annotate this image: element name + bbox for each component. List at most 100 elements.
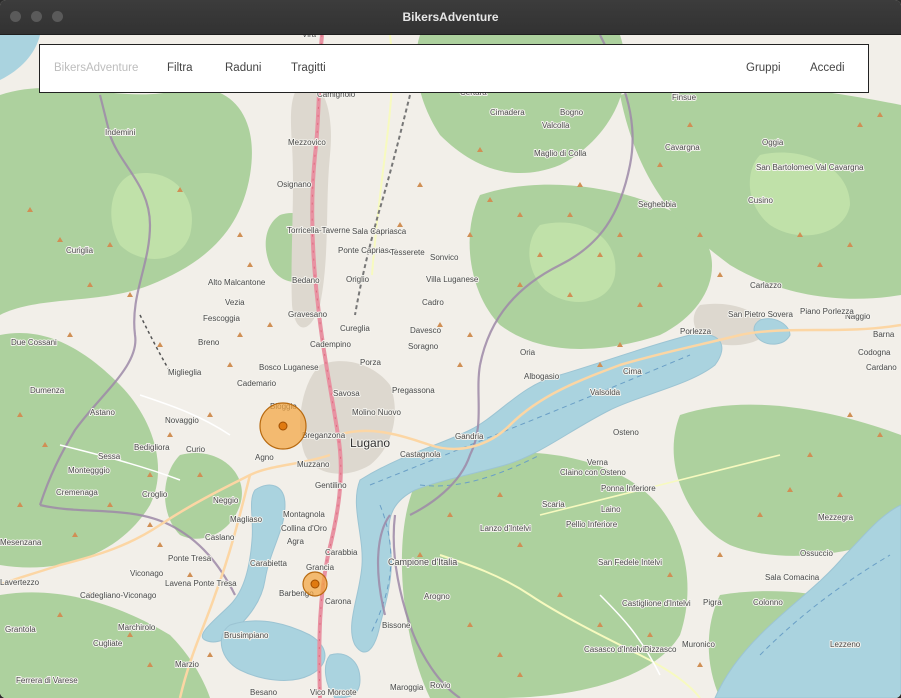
place-label: Ponna Inferiore <box>601 484 656 493</box>
place-label: Scaria <box>542 500 565 509</box>
place-label: Lugano <box>350 436 390 450</box>
place-label: Barna <box>873 330 895 339</box>
place-label: Gandria <box>455 432 484 441</box>
place-label: Cadempino <box>310 340 351 349</box>
place-label: Soragno <box>408 342 439 351</box>
place-label: Oggia <box>762 138 784 147</box>
place-label: Finsue <box>672 93 697 102</box>
place-label: Porza <box>360 358 381 367</box>
place-label: Mezzegra <box>818 513 854 522</box>
place-label: Pellio Inferiore <box>566 520 618 529</box>
place-label: Codogna <box>858 348 891 357</box>
place-label: Miglieglia <box>168 368 202 377</box>
place-label: Due Cossani <box>11 338 57 347</box>
place-label: Muzzano <box>297 460 330 469</box>
place-label: Bogno <box>560 108 584 117</box>
place-label: Colonno <box>753 598 783 607</box>
place-label: Fescoggia <box>203 314 240 323</box>
place-label: Mesenzana <box>0 538 42 547</box>
place-label: Cureglia <box>340 324 370 333</box>
place-label: Brusimpiano <box>224 631 269 640</box>
place-label: Grantola <box>5 625 36 634</box>
place-label: Ossuccio <box>800 549 833 558</box>
place-label: Grancia <box>306 563 335 572</box>
place-label: Cardano <box>866 363 897 372</box>
place-label: Bedigliora <box>134 443 170 452</box>
place-label: Cugliate <box>93 639 123 648</box>
place-label: Seghebbia <box>638 200 677 209</box>
nav-tragitti[interactable]: Tragitti <box>291 45 326 92</box>
cluster-marker-large[interactable] <box>259 402 307 450</box>
place-label: Lezzeno <box>830 640 861 649</box>
place-label: Neggio <box>213 496 239 505</box>
place-label: Campione d'Italia <box>388 557 457 567</box>
place-label: Torricella-Taverne <box>287 226 351 235</box>
nav-gruppi[interactable]: Gruppi <box>746 45 781 92</box>
place-label: Bissone <box>382 621 411 630</box>
place-label: Pregassona <box>392 386 435 395</box>
place-label: Oria <box>520 348 536 357</box>
place-label: Castiglione d'Intelvi <box>622 599 691 608</box>
map-canvas[interactable]: Lugano Cima Agra Sessa Croglio Novaggio Cadema… <box>0 35 901 698</box>
cluster-marker-small[interactable] <box>302 571 328 597</box>
marker-dot[interactable] <box>310 579 320 589</box>
place-label: Laino <box>601 505 621 514</box>
place-label: Breno <box>198 338 220 347</box>
place-label: Gravesano <box>288 310 328 319</box>
place-label: Carabbia <box>325 548 358 557</box>
place-label: Maroggia <box>390 683 424 692</box>
place-label: Cima <box>623 367 642 376</box>
place-label: Sala Capriasca <box>352 227 407 236</box>
place-label: Muronico <box>682 640 715 649</box>
place-label: Collina d'Oro <box>281 524 328 533</box>
place-label: Lavena Ponte Tresa <box>165 579 237 588</box>
place-label: Novaggio <box>165 416 199 425</box>
map-svg[interactable]: Lugano Cima Agra Sessa Croglio Novaggio Cadema… <box>0 35 901 698</box>
place-label: Agra <box>287 537 304 546</box>
place-label: Carlazzo <box>750 281 782 290</box>
brand-link[interactable]: BikersAdventure <box>54 45 138 92</box>
place-label: Vico Morcote <box>310 688 357 697</box>
app-window: BikersAdventure Lugano Cima Agra Sessa C… <box>0 0 901 698</box>
place-label: Piano Porlezza <box>800 307 854 316</box>
place-label: Claino con Osteno <box>560 468 626 477</box>
marker-dot[interactable] <box>278 421 288 431</box>
nav-raduni[interactable]: Raduni <box>225 45 261 92</box>
place-label: Carabietta <box>250 559 287 568</box>
place-label: Magliaso <box>230 515 263 524</box>
place-label: Davesco <box>410 326 442 335</box>
place-label: Ponte Tresa <box>168 554 212 563</box>
place-label: Vira <box>302 35 317 39</box>
place-label: Castagnola <box>400 450 441 459</box>
nav-accedi[interactable]: Accedi <box>810 45 845 92</box>
place-label: Osteno <box>613 428 639 437</box>
place-label: Bosco Luganese <box>259 363 319 372</box>
place-label: Carona <box>325 597 352 606</box>
place-label: Curio <box>186 445 206 454</box>
place-label: Valsolda <box>590 388 621 397</box>
place-label: Maglio di Colla <box>534 149 587 158</box>
place-label: Caslano <box>205 533 235 542</box>
place-label: Villa Luganese <box>426 275 479 284</box>
place-label: Porlezza <box>680 327 712 336</box>
place-label: Sala Comacina <box>765 573 820 582</box>
place-label: Bedano <box>292 276 320 285</box>
place-label: Lavertezzo <box>0 578 40 587</box>
place-label: Marzio <box>175 660 200 669</box>
place-label: Albogasio <box>524 372 560 381</box>
place-label: Cusino <box>748 196 773 205</box>
place-label: Astano <box>90 408 115 417</box>
place-label: Curiglia <box>66 246 94 255</box>
place-label: San Bartolomeo Val Cavargna <box>756 163 864 172</box>
place-label: Montagnola <box>283 510 325 519</box>
place-label: Vezia <box>225 298 245 307</box>
nav-filtra[interactable]: Filtra <box>167 45 193 92</box>
place-label: Savosa <box>333 389 360 398</box>
place-label: Pigra <box>703 598 722 607</box>
place-label: San Fedele Intelvi <box>598 558 662 567</box>
place-label: Croglio <box>142 490 168 499</box>
place-label: Besano <box>250 688 278 697</box>
place-label: Ferrera di Varese <box>16 676 78 685</box>
place-label: Origlio <box>346 275 370 284</box>
window-title: BikersAdventure <box>402 10 499 24</box>
